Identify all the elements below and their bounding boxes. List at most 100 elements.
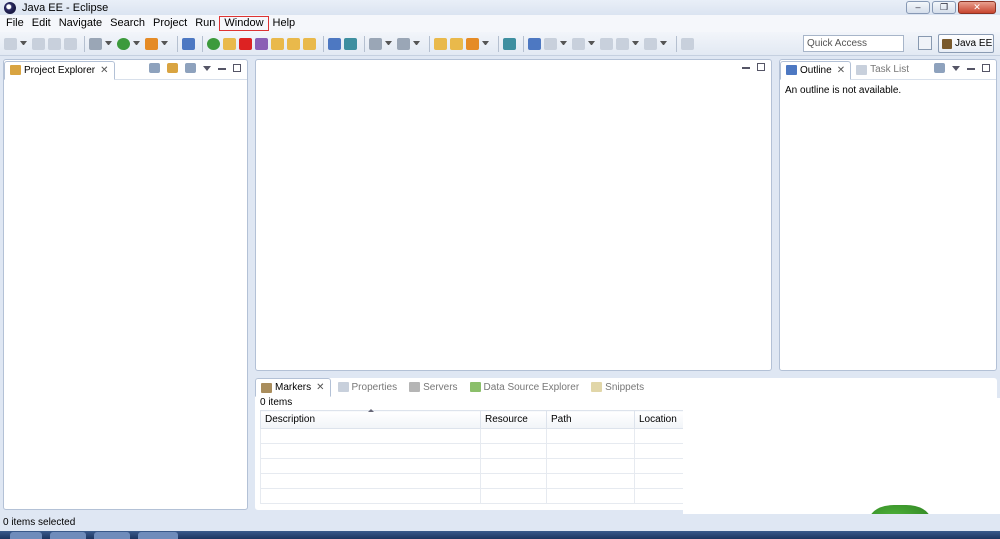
- tab-label: Servers: [423, 381, 458, 393]
- column-header-description[interactable]: Description: [260, 410, 481, 429]
- servers-icon: [409, 382, 421, 392]
- use-step-filters-icon[interactable]: [328, 37, 341, 50]
- obscured-region: [683, 398, 1000, 514]
- open-type-icon[interactable]: [434, 37, 447, 50]
- web-service-dropdown-icon[interactable]: [413, 40, 420, 47]
- disconnect-icon[interactable]: [255, 37, 268, 50]
- maximize-icon[interactable]: [982, 64, 990, 72]
- debug-dropdown-icon[interactable]: [105, 40, 112, 47]
- new-icon[interactable]: [4, 37, 17, 50]
- minimize-icon[interactable]: [218, 68, 226, 70]
- last-edit-location-icon[interactable]: [600, 37, 613, 50]
- minimize-icon[interactable]: [967, 68, 975, 70]
- menu-search[interactable]: Search: [106, 16, 149, 31]
- suspend-icon[interactable]: [223, 37, 236, 50]
- open-task-icon[interactable]: [450, 37, 463, 50]
- view-menu-icon[interactable]: [203, 65, 211, 71]
- link-with-editor-icon[interactable]: [167, 63, 178, 73]
- tab-data-source-explorer[interactable]: Data Source Explorer: [465, 377, 585, 397]
- menu-project[interactable]: Project: [149, 16, 191, 31]
- window-title: Java EE - Eclipse: [22, 1, 109, 14]
- minimize-button[interactable]: –: [906, 1, 930, 14]
- project-explorer-tabbar: Project Explorer ✕: [4, 60, 247, 80]
- step-into-icon[interactable]: [271, 37, 284, 50]
- forward-icon[interactable]: [644, 37, 657, 50]
- toolbar-divider: [202, 35, 203, 52]
- properties-icon: [337, 382, 349, 392]
- markers-tabbar: Markers ✕ Properties Servers Data Source…: [255, 377, 997, 397]
- skip-breakpoints-icon[interactable]: [182, 37, 195, 50]
- web-browser-icon[interactable]: [503, 37, 516, 50]
- external-tools-icon[interactable]: [145, 37, 158, 50]
- menu-navigate[interactable]: Navigate: [55, 16, 106, 31]
- tab-project-explorer[interactable]: Project Explorer ✕: [4, 60, 115, 80]
- close-button[interactable]: ✕: [958, 1, 996, 14]
- tab-servers[interactable]: Servers: [404, 377, 462, 397]
- new-web-service-icon[interactable]: [397, 37, 410, 50]
- tab-snippets[interactable]: Snippets: [586, 377, 649, 397]
- search-dropdown-icon[interactable]: [482, 40, 489, 47]
- outline-message: An outline is not available.: [785, 85, 902, 96]
- server-dropdown-icon[interactable]: [385, 40, 392, 47]
- project-explorer-panel: Project Explorer ✕: [3, 59, 248, 510]
- menu-file[interactable]: File: [2, 16, 28, 31]
- resume-icon[interactable]: [207, 37, 220, 50]
- step-return-icon[interactable]: [303, 37, 316, 50]
- menu-edit[interactable]: Edit: [28, 16, 55, 31]
- run-dropdown-icon[interactable]: [133, 40, 140, 47]
- step-over-icon[interactable]: [287, 37, 300, 50]
- forward-dropdown-icon[interactable]: [660, 40, 667, 47]
- debug-icon[interactable]: [89, 37, 102, 50]
- pin-editor-icon[interactable]: [681, 37, 694, 50]
- next-annotation-icon[interactable]: [544, 37, 557, 50]
- menu-help[interactable]: Help: [269, 16, 300, 31]
- quick-access-input[interactable]: Quick Access: [803, 35, 904, 52]
- tab-markers[interactable]: Markers ✕: [255, 378, 331, 397]
- close-icon[interactable]: ✕: [100, 65, 108, 76]
- terminate-icon[interactable]: [239, 37, 252, 50]
- back-dropdown-icon[interactable]: [632, 40, 639, 47]
- menu-window[interactable]: Window: [219, 16, 269, 31]
- java-ee-icon: [942, 38, 952, 49]
- minimize-icon[interactable]: [742, 67, 750, 69]
- new-server-icon[interactable]: [369, 37, 382, 50]
- taskbar-button[interactable]: [50, 532, 86, 539]
- view-menu-icon[interactable]: [952, 65, 960, 71]
- focus-icon[interactable]: [934, 63, 945, 73]
- toolbar-divider: [498, 35, 499, 52]
- previous-annotation-dropdown-icon[interactable]: [588, 40, 595, 47]
- print-icon[interactable]: [64, 37, 77, 50]
- editor-area[interactable]: [255, 59, 772, 371]
- menu-run[interactable]: Run: [191, 16, 219, 31]
- new-dropdown-icon[interactable]: [20, 40, 27, 47]
- drop-to-frame-icon[interactable]: [344, 37, 357, 50]
- maximize-icon[interactable]: [233, 64, 241, 72]
- tab-task-list[interactable]: Task List: [851, 60, 914, 80]
- external-tools-dropdown-icon[interactable]: [161, 40, 168, 47]
- taskbar-button[interactable]: [10, 532, 42, 539]
- next-annotation-dropdown-icon[interactable]: [560, 40, 567, 47]
- back-icon[interactable]: [616, 37, 629, 50]
- run-icon[interactable]: [117, 37, 130, 50]
- column-header-path[interactable]: Path: [546, 410, 635, 429]
- taskbar-button[interactable]: [138, 532, 178, 539]
- tab-outline[interactable]: Outline ✕: [780, 60, 852, 80]
- close-icon[interactable]: ✕: [316, 382, 324, 393]
- tab-properties[interactable]: Properties: [333, 377, 403, 397]
- toggle-mark-occurrences-icon[interactable]: [528, 37, 541, 50]
- java-ee-perspective-button[interactable]: Java EE: [938, 34, 994, 53]
- previous-annotation-icon[interactable]: [572, 37, 585, 50]
- restore-button[interactable]: ❐: [932, 1, 956, 14]
- taskbar-button[interactable]: [94, 532, 130, 539]
- collapse-all-icon[interactable]: [149, 63, 160, 73]
- os-taskbar: [0, 531, 1000, 539]
- column-header-resource[interactable]: Resource: [480, 410, 547, 429]
- search-icon[interactable]: [466, 37, 479, 50]
- tab-label: Markers: [275, 382, 312, 393]
- maximize-icon[interactable]: [757, 63, 765, 71]
- focus-icon[interactable]: [185, 63, 196, 73]
- open-perspective-icon[interactable]: [918, 36, 932, 50]
- save-icon[interactable]: [32, 37, 45, 50]
- close-icon[interactable]: ✕: [837, 65, 845, 76]
- save-all-icon[interactable]: [48, 37, 61, 50]
